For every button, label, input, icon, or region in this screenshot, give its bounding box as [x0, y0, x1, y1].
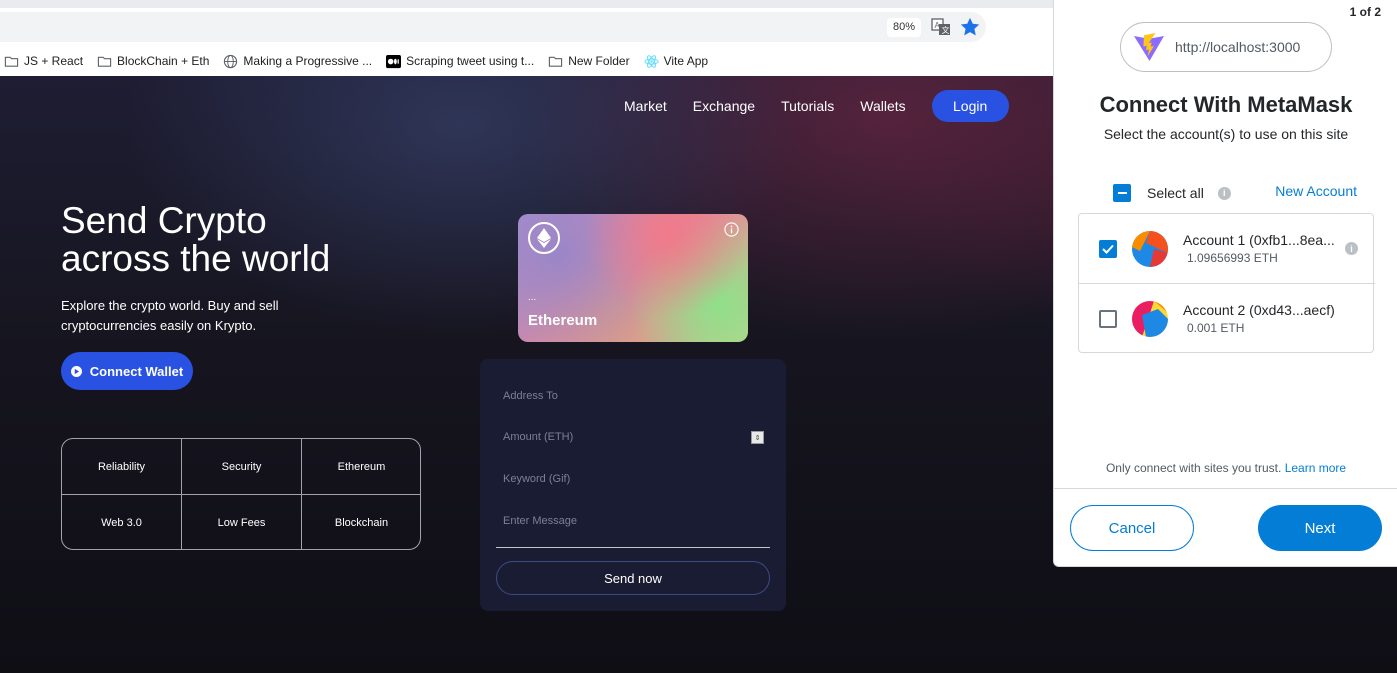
medium-icon [386, 54, 402, 68]
browser-chrome: 80% A 文 JS + React BlockChain + Eth Maki… [0, 0, 1053, 76]
bookmark-label: JS + React [24, 54, 84, 68]
connect-wallet-label: Connect Wallet [89, 363, 184, 379]
bookmark-label: BlockChain + Eth [117, 54, 210, 68]
feature-cell: Blockchain [301, 494, 420, 549]
zoom-indicator[interactable]: 80% [887, 18, 921, 37]
card-network-name: Ethereum [528, 312, 598, 329]
nav-exchange[interactable]: Exchange [693, 98, 755, 114]
hero-subtitle: Explore the crypto world. Buy and sell c… [61, 298, 279, 333]
nav-tutorials[interactable]: Tutorials [781, 98, 834, 114]
feature-cell: Reliability [62, 439, 182, 495]
ethereum-card: ... Ethereum [518, 214, 748, 342]
bookmark-label: Making a Progressive ... [243, 54, 373, 68]
account-balance: 1.09656993 ETH [1187, 251, 1278, 265]
select-all-label: Select all [1147, 185, 1204, 201]
bookmark-label: Vite App [663, 54, 709, 68]
globe-icon [224, 54, 238, 68]
amount-placeholder: Amount (ETH) [503, 431, 574, 443]
trust-text: Only connect with sites you trust. [1105, 461, 1282, 475]
tab-strip [0, 0, 1053, 8]
ethereum-icon [528, 222, 560, 254]
feature-cell: Web 3.0 [62, 494, 182, 549]
bookmark-vite-app[interactable]: Vite App [644, 54, 708, 69]
number-stepper-icon[interactable]: ⇕ [751, 431, 764, 444]
info-icon[interactable] [724, 222, 739, 237]
account-avatar-icon [1132, 301, 1168, 337]
bookmark-star-icon[interactable] [959, 16, 981, 38]
send-now-button[interactable]: Send now [496, 561, 770, 595]
svg-text:文: 文 [942, 25, 950, 35]
popup-title: Connect With MetaMask [1099, 92, 1353, 117]
features-grid: Reliability Security Ethereum Web 3.0 Lo… [61, 438, 421, 550]
bookmark-new-folder[interactable]: New Folder [548, 54, 630, 69]
account-list: Account 1 (0xfb1...8ea... 1.09656993 ETH… [1078, 213, 1375, 353]
account-checkbox-unchecked[interactable] [1099, 310, 1117, 328]
svg-text:A: A [935, 21, 941, 30]
trust-notice: Only connect with sites you trust. Learn… [1054, 461, 1397, 475]
keyword-input[interactable]: Keyword (Gif) [496, 463, 770, 495]
info-icon[interactable]: i [1217, 186, 1231, 200]
learn-more-link[interactable]: Learn more [1285, 461, 1346, 475]
account-avatar-icon [1132, 231, 1168, 267]
nav-wallets[interactable]: Wallets [860, 98, 905, 114]
metamask-popup: 1 of 2 http://localhost:3000 Connect Wit… [1053, 0, 1397, 567]
bookmark-scraping-tweet[interactable]: Scraping tweet using t... [386, 54, 534, 69]
bookmark-js-react[interactable]: JS + React [4, 54, 83, 69]
play-icon [70, 365, 82, 377]
site-origin-pill: http://localhost:3000 [1120, 22, 1332, 72]
bookmarks-bar: JS + React BlockChain + Eth Making a Pro… [0, 50, 708, 72]
account-checkbox-checked[interactable] [1099, 240, 1117, 258]
hero-title-line1: Send Crypto [61, 200, 267, 241]
bookmark-progressive[interactable]: Making a Progressive ... [223, 54, 372, 69]
bookmark-label: Scraping tweet using t... [406, 54, 535, 68]
cancel-button[interactable]: Cancel [1070, 505, 1194, 551]
select-all-row: Select all i [1113, 184, 1231, 202]
feature-cell: Security [181, 439, 302, 495]
top-nav: Market Exchange Tutorials Wallets Login [624, 90, 1009, 122]
react-icon [644, 54, 659, 68]
connect-wallet-button[interactable]: Connect Wallet [61, 352, 193, 390]
message-input[interactable]: Enter Message [496, 505, 770, 537]
feature-cell: Ethereum [301, 439, 420, 495]
folder-icon [97, 56, 112, 67]
page-counter: 1 of 2 [1349, 5, 1381, 19]
login-button[interactable]: Login [931, 90, 1009, 122]
site-origin-url: http://localhost:3000 [1175, 39, 1301, 55]
form-divider [496, 547, 770, 548]
address-to-input[interactable]: Address To [496, 380, 770, 412]
account-info-icon[interactable]: i [1345, 242, 1358, 255]
vite-logo-icon [1134, 33, 1164, 61]
feature-cell: Low Fees [181, 494, 302, 549]
hero-title: Send Crypto across the world [61, 202, 330, 278]
account-name: Account 1 (0xfb1...8ea... [1183, 232, 1335, 248]
new-account-link[interactable]: New Account [1275, 183, 1357, 199]
folder-icon [549, 56, 563, 67]
account-row[interactable]: Account 1 (0xfb1...8ea... 1.09656993 ETH… [1079, 214, 1375, 283]
folder-icon [4, 56, 19, 67]
next-button[interactable]: Next [1258, 505, 1382, 551]
account-row[interactable]: Account 2 (0xd43...aecf) 0.001 ETH [1079, 283, 1375, 352]
account-name: Account 2 (0xd43...aecf) [1183, 302, 1335, 318]
amount-input[interactable]: Amount (ETH) ⇕ [496, 421, 770, 453]
address-bar[interactable] [0, 12, 986, 42]
hero-title-line2: across the world [61, 238, 331, 279]
popup-subtitle: Select the account(s) to use on this sit… [1103, 126, 1349, 142]
footer-divider [1054, 488, 1397, 489]
bookmark-label: New Folder [568, 54, 630, 68]
card-address: ... [528, 292, 537, 303]
bookmark-blockchain-eth[interactable]: BlockChain + Eth [97, 54, 209, 69]
account-balance: 0.001 ETH [1187, 321, 1245, 335]
translate-icon[interactable]: A 文 [931, 17, 951, 37]
select-all-checkbox[interactable] [1113, 184, 1131, 202]
nav-market[interactable]: Market [624, 98, 667, 114]
send-form: Address To Amount (ETH) ⇕ Keyword (Gif) … [480, 359, 786, 611]
